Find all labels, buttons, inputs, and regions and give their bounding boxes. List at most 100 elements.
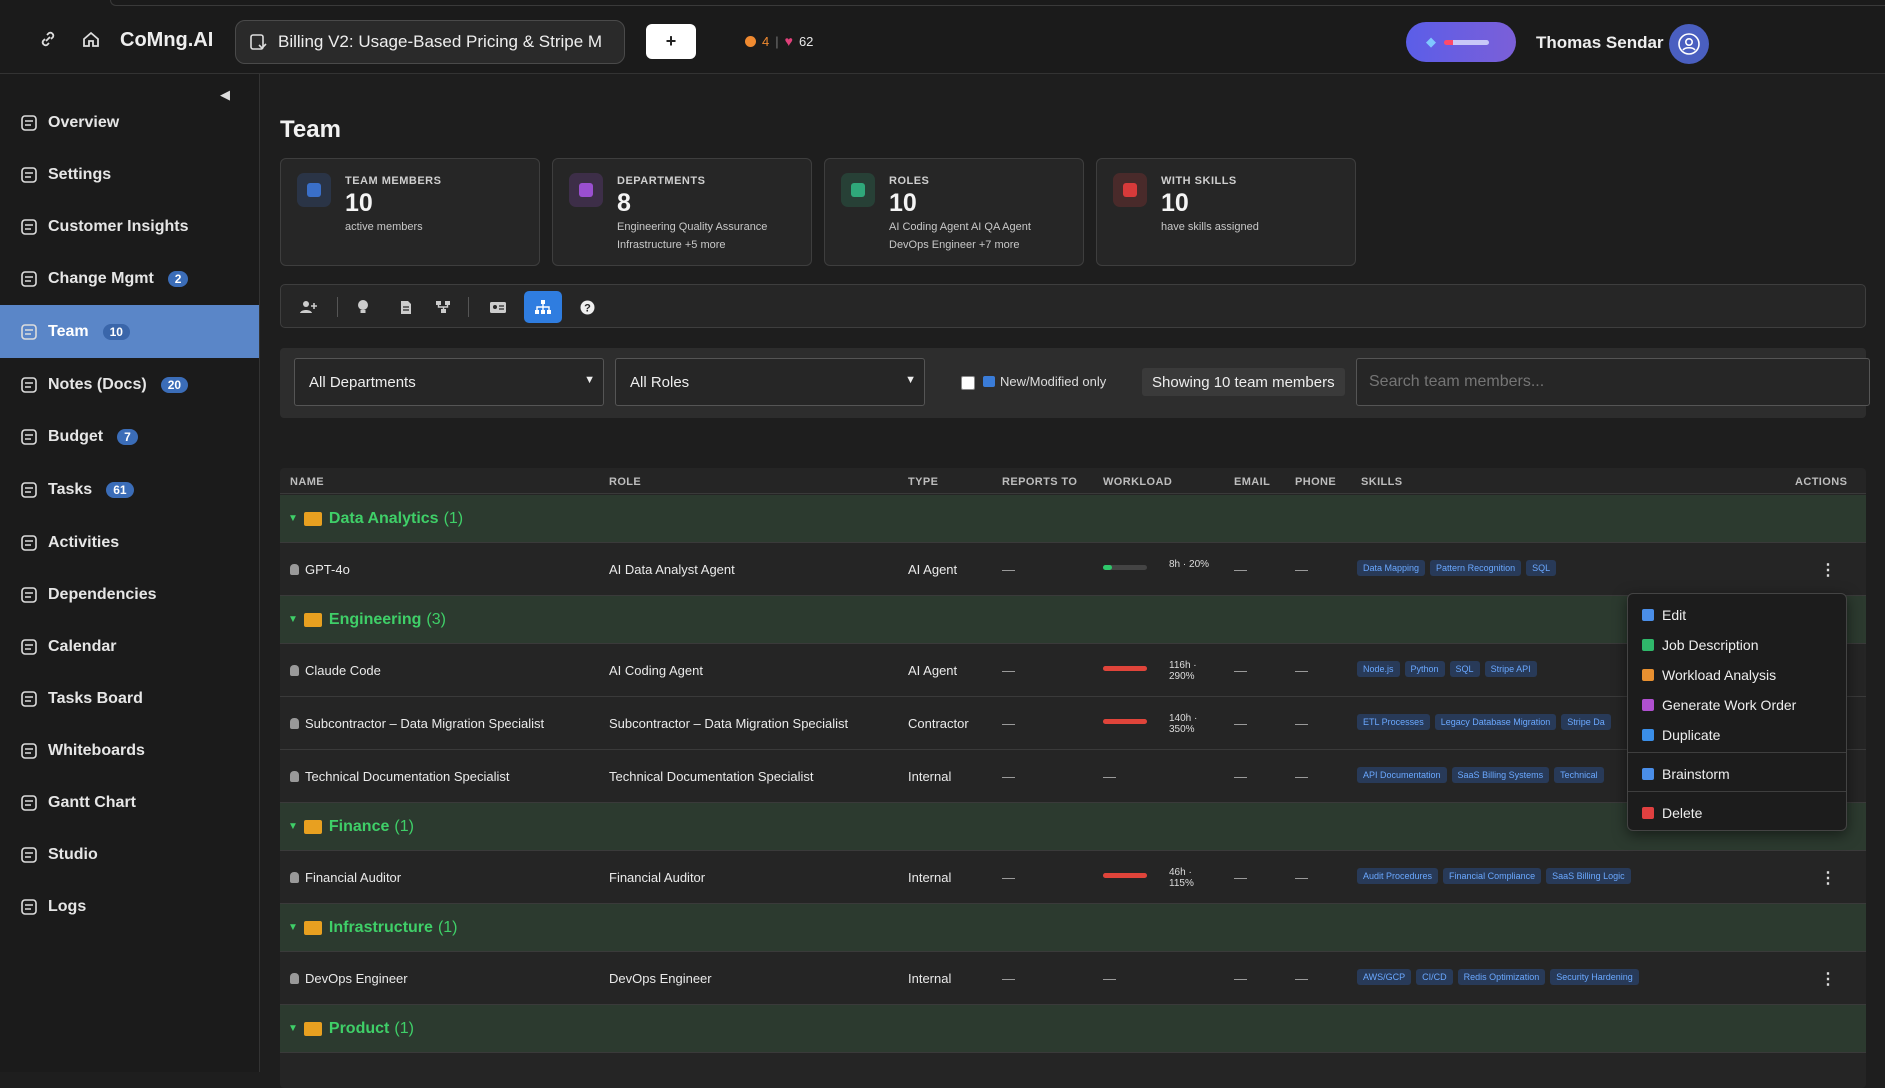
menu-item-duplicate[interactable]: Duplicate (1628, 720, 1846, 750)
count-badge: 2 (167, 270, 189, 287)
sidebar-item-label: Budget (48, 427, 104, 445)
table-row[interactable]: GPT-4o AI Data Analyst Agent AI Agent — 8h ·… (280, 543, 1866, 596)
new-modified-label[interactable]: New/Modified only (983, 374, 1106, 389)
whiteboard-icon (18, 740, 40, 762)
menu-item-label: Workload Analysis (1662, 667, 1777, 683)
sidebar-item-tasks-board[interactable]: Tasks Board (0, 672, 259, 725)
sidebar-item-whiteboards[interactable]: Whiteboards (0, 724, 259, 777)
add-member-icon[interactable] (289, 291, 327, 323)
menu-item-delete[interactable]: Delete (1628, 798, 1846, 828)
project-selector[interactable]: Billing V2: Usage-Based Pricing & Stripe… (235, 20, 625, 64)
sidebar-item-overview[interactable]: Overview (0, 96, 259, 149)
member-name[interactable]: GPT-4o (290, 562, 350, 577)
phone: — (1295, 769, 1308, 784)
workload-text: 46h · 115% (1169, 867, 1194, 889)
dependencies-icon (18, 584, 40, 606)
brand-name[interactable]: CoMng.AI (120, 29, 213, 52)
sidebar-item-label: Dependencies (48, 585, 157, 603)
role-select[interactable]: All Roles ▼ (615, 358, 925, 406)
user-name[interactable]: Thomas Sendar (1536, 33, 1664, 53)
header-name[interactable]: NAME (290, 476, 324, 488)
more-actions-icon[interactable]: ⋮ (1820, 868, 1836, 888)
person-icon (290, 973, 299, 984)
table-row[interactable]: DevOps Engineer DevOps Engineer Internal — —… (280, 952, 1866, 1005)
header-phone[interactable]: PHONE (1295, 476, 1336, 488)
menu-item-job-description[interactable]: Job Description (1628, 630, 1846, 660)
sidebar-item-dependencies[interactable]: Dependencies (0, 568, 259, 621)
table-row[interactable]: Financial Auditor Financial Auditor Intern… (280, 851, 1866, 904)
document-icon[interactable] (387, 291, 425, 323)
role-select-value: All Roles (630, 373, 690, 391)
org-chart-icon[interactable] (524, 291, 562, 323)
group-count: (1) (437, 918, 458, 936)
sidebar-item-change-mgmt[interactable]: Change Mgmt 2 (0, 252, 259, 305)
header-reports-to[interactable]: REPORTS TO (1002, 476, 1077, 488)
count-badge: 7 (117, 428, 138, 445)
header-role[interactable]: ROLE (609, 476, 641, 488)
sidebar-item-label: Customer Insights (48, 217, 189, 235)
menu-item-brainstorm[interactable]: Brainstorm (1628, 759, 1846, 789)
skills-list: Data Mapping Pattern Recognition SQL (1357, 560, 1557, 576)
header-email[interactable]: EMAIL (1234, 476, 1270, 488)
menu-item-edit[interactable]: Edit (1628, 600, 1846, 630)
more-actions-icon[interactable]: ⋮ (1820, 969, 1836, 989)
menu-item-workload-analysis[interactable]: Workload Analysis (1628, 660, 1846, 690)
skill-tag: AWS/GCP (1357, 969, 1412, 985)
sidebar-item-studio[interactable]: Studio (0, 828, 259, 881)
card-value: 10 (1161, 189, 1189, 217)
sidebar-item-activities[interactable]: Activities (0, 516, 259, 569)
card-value: 8 (617, 189, 631, 217)
folder-icon (303, 612, 322, 627)
hierarchy-icon[interactable] (424, 291, 462, 323)
sidebar-item-gantt-chart[interactable]: Gantt Chart (0, 776, 259, 829)
department-select[interactable]: All Departments ▼ (294, 358, 604, 406)
sidebar-item-tasks[interactable]: Tasks 61 (0, 463, 259, 516)
id-card-icon[interactable] (479, 291, 517, 323)
member-name[interactable]: Subcontractor – Data Migration Specialis… (290, 716, 544, 731)
sidebar-item-settings[interactable]: Settings (0, 148, 259, 201)
help-icon[interactable]: ? (568, 291, 606, 323)
lightbulb-icon[interactable] (344, 291, 382, 323)
sidebar-item-calendar[interactable]: Calendar (0, 620, 259, 673)
sidebar-item-notes-docs[interactable]: Notes (Docs) 20 (0, 358, 259, 411)
header-skills[interactable]: SKILLS (1361, 476, 1403, 488)
workload-bar (1103, 565, 1147, 570)
header-type[interactable]: TYPE (908, 476, 938, 488)
chevron-down-icon: ▼ (905, 374, 916, 386)
header-workload[interactable]: WORKLOAD (1103, 476, 1172, 488)
skill-tag: SQL (1449, 661, 1480, 677)
member-name[interactable]: Technical Documentation Specialist (290, 769, 510, 784)
chevron-down-icon: ▼ (288, 1023, 298, 1034)
add-button[interactable]: + (646, 24, 696, 59)
home-icon[interactable] (80, 28, 102, 50)
menu-item-generate-work-order[interactable]: Generate Work Order (1628, 690, 1846, 720)
skill-tag: SQL (1526, 560, 1557, 576)
member-name[interactable]: DevOps Engineer (290, 971, 408, 986)
team-icon (18, 321, 40, 343)
group-data-analytics[interactable]: ▼ Data Analytics (1) (280, 495, 1866, 543)
reports-to: — (1002, 716, 1015, 731)
member-role: Subcontractor – Data Migration Specialis… (609, 716, 849, 731)
member-name[interactable]: Claude Code (290, 663, 381, 678)
more-actions-icon[interactable]: ⋮ (1820, 560, 1836, 580)
sidebar-item-label: Logs (48, 897, 87, 915)
member-type: AI Agent (908, 562, 958, 577)
search-input[interactable] (1356, 358, 1870, 406)
link-icon[interactable] (37, 28, 59, 50)
group-product[interactable]: ▼ Product (1) (280, 1005, 1866, 1053)
gantt-icon (18, 792, 40, 814)
member-type: Internal (908, 971, 952, 986)
group-name: Data Analytics (328, 509, 439, 527)
new-modified-checkbox[interactable] (961, 376, 975, 390)
sidebar-item-budget[interactable]: Budget 7 (0, 410, 259, 463)
member-name[interactable]: Financial Auditor (290, 870, 401, 885)
avatar[interactable] (1669, 24, 1709, 64)
group-infrastructure[interactable]: ▼ Infrastructure (1) (280, 904, 1866, 952)
credits-pill[interactable]: ◆ (1406, 22, 1516, 62)
skill-tag: API Documentation (1357, 767, 1447, 783)
sidebar-item-logs[interactable]: Logs (0, 880, 259, 933)
sidebar-item-team[interactable]: Team 10 (0, 305, 259, 358)
sidebar-item-customer-insights[interactable]: Customer Insights (0, 200, 259, 253)
card-subtext-line: Engineering Quality Assurance (617, 221, 768, 233)
member-role: DevOps Engineer (609, 971, 712, 986)
